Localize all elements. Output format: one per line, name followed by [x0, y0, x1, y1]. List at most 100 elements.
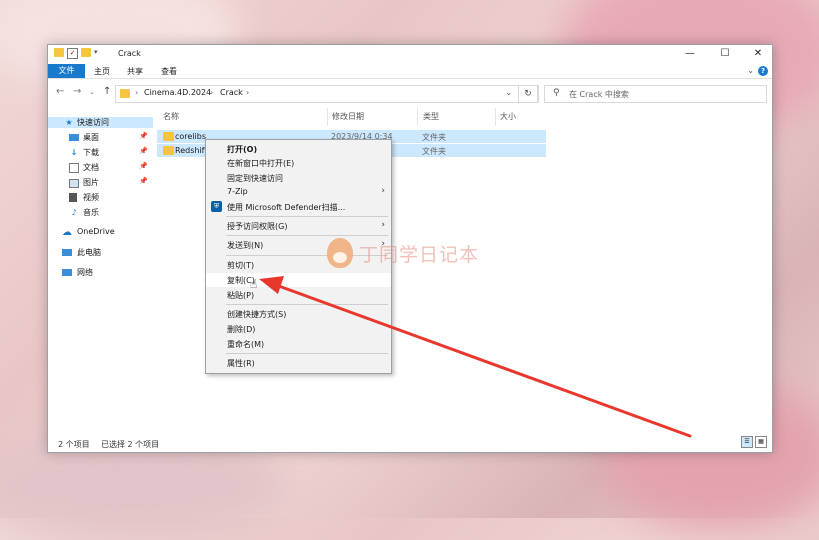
sidebar-item-desktop[interactable]: 桌面 📌: [48, 132, 153, 143]
navigation-pane: ★ 快速访问 桌面 📌 ↓ 下载 📌 文档 📌 图片 📌 视频 ♪ 音乐 ☁ O…: [48, 117, 153, 282]
sidebar-item-onedrive[interactable]: ☁ OneDrive: [48, 227, 153, 238]
folder-icon: [120, 89, 130, 98]
sidebar-item-label: 下载: [83, 148, 99, 157]
menu-item-label: 剪切(T): [227, 261, 255, 270]
sidebar-item-label: OneDrive: [77, 227, 115, 236]
quick-access-toolbar: ✓ ▾: [54, 48, 98, 59]
sidebar-item-label: 图片: [83, 178, 99, 187]
sidebar-item-label: 此电脑: [77, 248, 101, 257]
address-history-chevron-icon[interactable]: ⌄: [505, 88, 512, 97]
file-name: corelibs: [175, 132, 207, 141]
menu-separator: [226, 235, 388, 236]
sidebar-item-quick-access[interactable]: ★ 快速访问: [48, 117, 153, 128]
file-type: 文件夹: [422, 147, 446, 156]
ribbon-tabs: 文件 主页 共享 查看 ⌄ ?: [48, 64, 772, 79]
refresh-button[interactable]: ↻: [518, 85, 538, 103]
minimize-button[interactable]: —: [678, 45, 702, 63]
menu-item-open-new-window[interactable]: 在新窗口中打开(E): [206, 156, 391, 170]
expand-ribbon-chevron-icon[interactable]: ⌄: [747, 66, 754, 75]
sidebar-item-label: 网络: [77, 268, 93, 277]
menu-item-open[interactable]: 打开(O): [206, 142, 391, 156]
address-bar[interactable]: › Cinema.4D.2024 › Crack › ⌄: [115, 85, 539, 103]
sidebar-item-network[interactable]: 网络: [48, 267, 153, 278]
forward-arrow-icon[interactable]: →: [73, 86, 81, 97]
window-title: Crack: [118, 49, 141, 58]
column-header-type[interactable]: 类型: [423, 111, 439, 125]
tab-file[interactable]: 文件: [48, 64, 85, 78]
column-header-size[interactable]: 大小: [500, 111, 516, 125]
tab-view[interactable]: 查看: [161, 66, 177, 77]
column-divider[interactable]: [495, 108, 496, 126]
column-divider[interactable]: [327, 108, 328, 126]
menu-item-rename[interactable]: 重命名(M): [206, 337, 391, 351]
breadcrumb-separator[interactable]: ›: [135, 88, 138, 97]
file-type: 文件夹: [422, 133, 446, 142]
tab-share[interactable]: 共享: [127, 66, 143, 77]
sidebar-item-videos[interactable]: 视频: [48, 192, 153, 203]
menu-item-label: 7-Zip: [227, 187, 248, 196]
pin-icon[interactable]: 📌: [139, 147, 148, 155]
breadcrumb-separator[interactable]: ›: [210, 88, 213, 97]
star-icon: ★: [65, 118, 73, 127]
sidebar-item-pictures[interactable]: 图片 📌: [48, 177, 153, 188]
column-header-date[interactable]: 修改日期: [332, 111, 364, 125]
download-icon: ↓: [70, 148, 78, 157]
customize-toolbar-chevron-icon[interactable]: ▾: [94, 48, 98, 59]
menu-separator: [226, 304, 388, 305]
document-icon: [69, 163, 79, 173]
tab-home[interactable]: 主页: [94, 66, 110, 77]
pin-icon[interactable]: 📌: [139, 162, 148, 170]
sidebar-item-label: 快速访问: [77, 118, 109, 127]
menu-item-label: 使用 Microsoft Defender扫描...: [227, 203, 346, 212]
menu-item-delete[interactable]: 删除(D): [206, 322, 391, 336]
mouse-cursor-icon: ☝: [250, 277, 258, 291]
selected-count: 已选择 2 个项目: [101, 440, 160, 449]
up-arrow-icon[interactable]: ↑: [103, 86, 111, 97]
sidebar-item-music[interactable]: ♪ 音乐: [48, 207, 153, 218]
defender-icon: ⛨: [211, 201, 222, 212]
menu-item-copy[interactable]: 复制(C): [206, 273, 391, 287]
menu-item-7zip[interactable]: 7-Zip ›: [206, 185, 391, 199]
menu-item-create-shortcut[interactable]: 创建快捷方式(S): [206, 307, 391, 321]
submenu-arrow-icon: ›: [381, 220, 385, 230]
close-button[interactable]: ✕: [746, 45, 770, 63]
menu-item-label: 授予访问权限(G): [227, 222, 288, 231]
breadcrumb-cinema4d[interactable]: Cinema.4D.2024: [144, 88, 211, 97]
menu-item-label: 打开(O): [227, 145, 258, 154]
menu-item-paste[interactable]: 粘贴(P): [206, 288, 391, 302]
computer-icon: [62, 249, 72, 256]
pin-icon[interactable]: 📌: [139, 177, 148, 185]
breadcrumb-crack[interactable]: Crack: [220, 88, 243, 97]
watermark-text: 丁同学日记本: [359, 243, 480, 266]
folder-icon: [163, 132, 174, 141]
sidebar-item-documents[interactable]: 文档 📌: [48, 162, 153, 173]
recent-locations-chevron-icon[interactable]: ⌄: [89, 88, 95, 96]
menu-item-label: 在新窗口中打开(E): [227, 159, 295, 168]
menu-item-label: 发送到(N): [227, 241, 264, 250]
maximize-button[interactable]: ☐: [713, 45, 737, 63]
new-folder-icon[interactable]: [81, 48, 91, 57]
search-box[interactable]: ⚲ 在 Crack 中搜索: [544, 85, 767, 103]
menu-item-defender-scan[interactable]: ⛨ 使用 Microsoft Defender扫描...: [206, 200, 391, 214]
help-icon[interactable]: ?: [758, 66, 768, 76]
menu-item-pin-quick-access[interactable]: 固定到快速访问: [206, 171, 391, 185]
sidebar-item-this-pc[interactable]: 此电脑: [48, 247, 153, 258]
menu-separator: [226, 353, 388, 354]
menu-item-give-access[interactable]: 授予访问权限(G) ›: [206, 219, 391, 233]
pin-icon[interactable]: 📌: [139, 132, 148, 140]
folder-icon[interactable]: [54, 48, 64, 57]
details-view-icon[interactable]: ☰: [741, 436, 753, 448]
search-icon: ⚲: [553, 88, 560, 98]
properties-check-icon[interactable]: ✓: [67, 48, 78, 59]
watermark: 丁同学日记本: [327, 238, 479, 268]
column-divider[interactable]: [417, 108, 418, 126]
cloud-icon: ☁: [62, 227, 72, 238]
column-header-name[interactable]: 名称: [163, 111, 179, 125]
title-bar: ✓ ▾ Crack — ☐ ✕: [48, 45, 772, 63]
sidebar-item-downloads[interactable]: ↓ 下载 📌: [48, 147, 153, 158]
breadcrumb-separator[interactable]: ›: [246, 88, 249, 97]
large-icons-view-icon[interactable]: ▦: [755, 436, 767, 448]
back-arrow-icon[interactable]: ←: [56, 86, 64, 97]
menu-item-properties[interactable]: 属性(R): [206, 356, 391, 370]
menu-item-label: 删除(D): [227, 325, 256, 334]
